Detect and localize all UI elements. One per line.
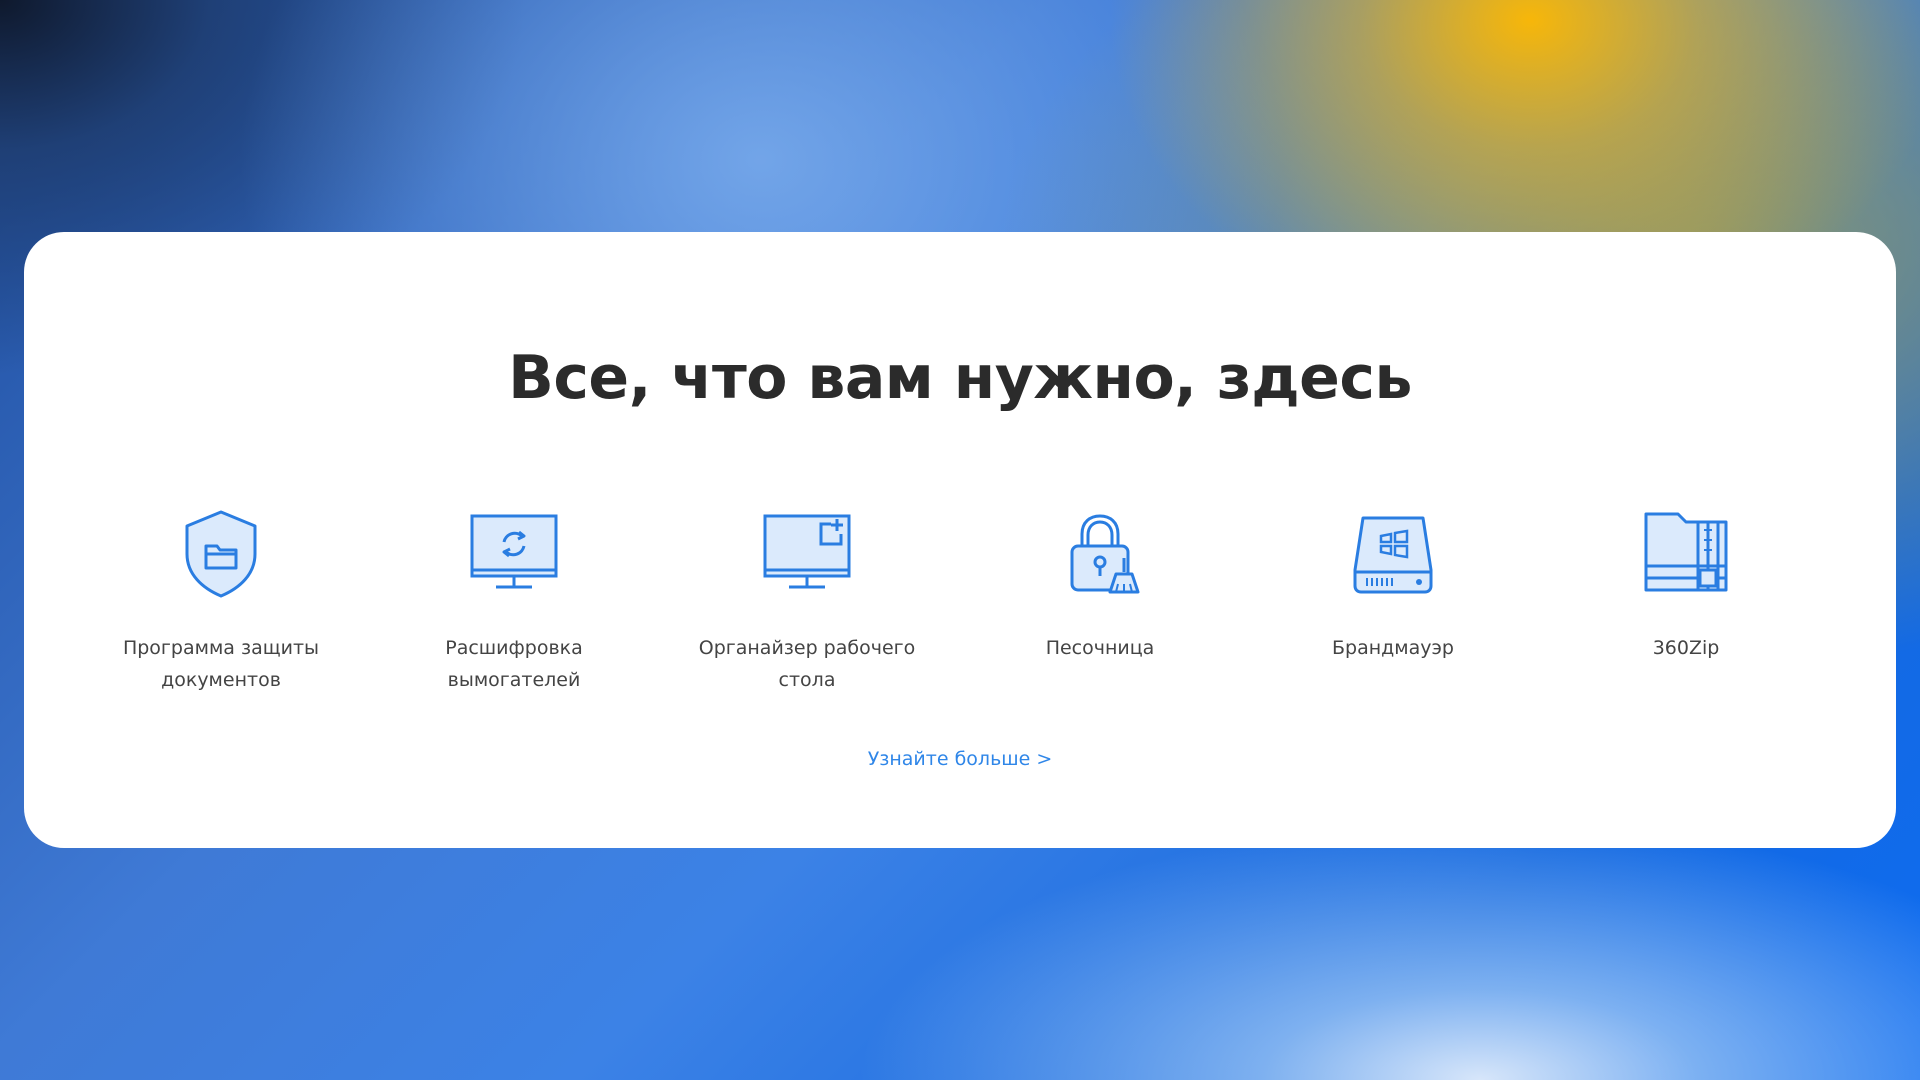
monitor-add-window-icon — [759, 506, 855, 602]
page-title: Все, что вам нужно, здесь — [508, 343, 1412, 413]
feature-label: 360Zip — [1652, 637, 1720, 659]
feature-sandbox[interactable]: Песочница — [970, 506, 1230, 664]
monitor-refresh-icon — [466, 506, 562, 602]
feature-ransomware-decryption[interactable]: Расшифровка вымогателей — [384, 506, 644, 696]
learn-more-label[interactable]: Узнайте больше > — [868, 748, 1053, 770]
learn-more-link[interactable]: Узнайте больше > — [0, 744, 1920, 774]
hard-drive-windows-icon — [1345, 506, 1441, 602]
feature-firewall[interactable]: Брандмауэр — [1263, 506, 1523, 664]
shield-folder-icon — [173, 506, 269, 602]
feature-document-protection[interactable]: Программа защиты документов — [91, 506, 351, 696]
feature-label: Программа защиты документов — [122, 637, 320, 691]
padlock-broom-icon — [1052, 506, 1148, 602]
feature-360zip[interactable]: 360Zip — [1556, 506, 1816, 664]
feature-desktop-organizer[interactable]: Органайзер рабочего стола — [677, 506, 937, 696]
feature-label: Брандмауэр — [1331, 637, 1454, 659]
zip-archive-icon — [1638, 506, 1734, 602]
feature-label: Песочница — [1045, 637, 1155, 659]
feature-label: Органайзер рабочего стола — [698, 637, 916, 691]
feature-label: Расшифровка вымогателей — [445, 637, 583, 691]
